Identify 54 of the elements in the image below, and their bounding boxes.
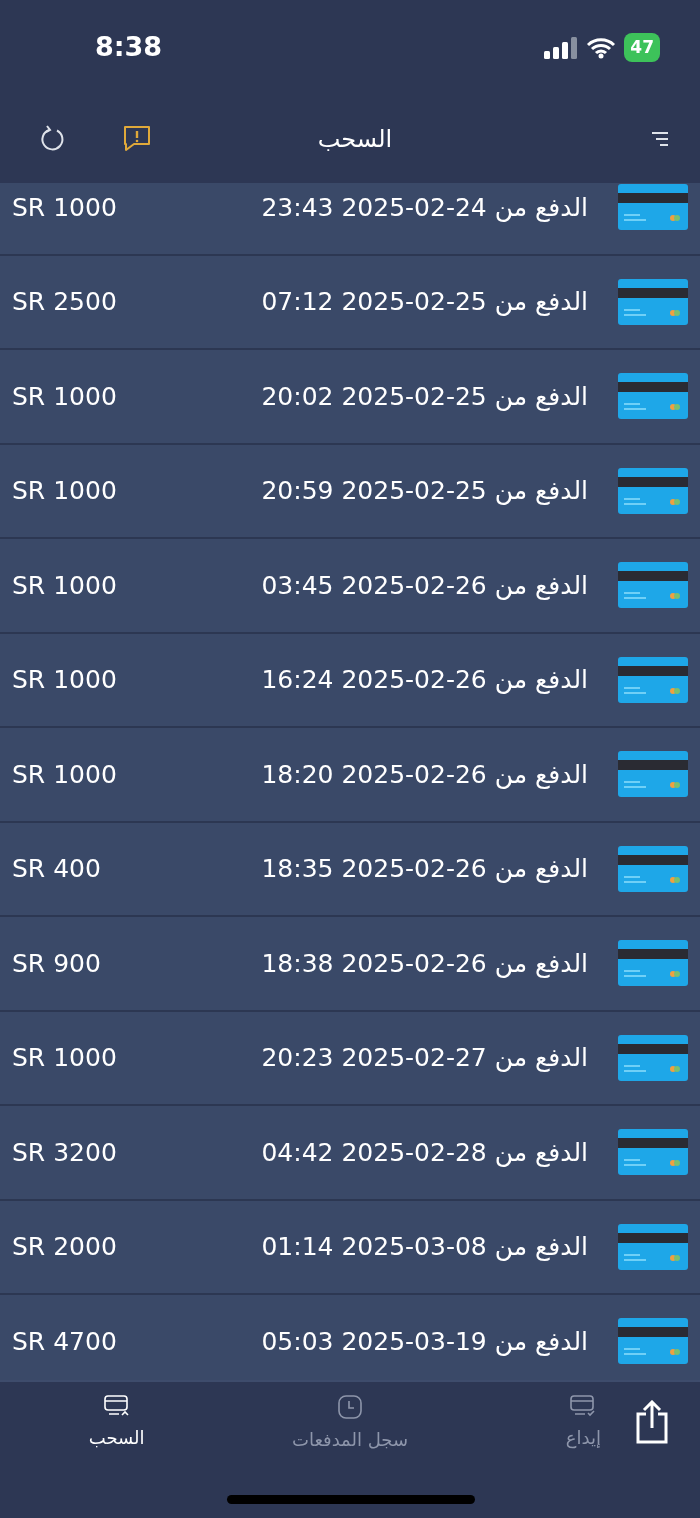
transaction-amount: SR 1000 <box>12 569 117 602</box>
card-check-icon <box>569 1394 598 1418</box>
battery-level: 47 <box>624 32 660 63</box>
clock-icon <box>337 1394 363 1420</box>
transaction-label: الدفع من 26-02-2025 03:45 <box>261 569 588 602</box>
credit-card-icon <box>618 1034 688 1081</box>
credit-card-icon <box>618 751 688 798</box>
menu-icon[interactable] <box>650 129 670 149</box>
signal-icon <box>544 36 579 59</box>
transaction-amount: SR 2500 <box>12 286 117 318</box>
transaction-amount: SR 1000 <box>12 380 117 413</box>
status-time: 8:38 <box>95 30 163 65</box>
credit-card-icon <box>618 1223 688 1270</box>
transaction-label: الدفع من 26-02-2025 18:38 <box>261 947 588 980</box>
credit-card-icon <box>618 562 688 609</box>
share-button[interactable] <box>634 1400 670 1444</box>
transaction-label: الدفع من 25-02-2025 07:12 <box>261 286 588 318</box>
credit-card-icon <box>618 184 688 231</box>
transaction-amount: SR 900 <box>12 947 101 980</box>
transaction-label: الدفع من 27-02-2025 20:23 <box>261 1042 588 1074</box>
transaction-amount: SR 1000 <box>12 191 117 224</box>
wifi-icon <box>586 36 617 59</box>
credit-card-icon <box>618 467 688 514</box>
credit-card-icon <box>618 1129 688 1176</box>
transaction-amount: SR 4700 <box>12 1325 117 1358</box>
transaction-label: الدفع من 28-02-2025 04:42 <box>261 1136 588 1169</box>
transaction-amount: SR 3200 <box>12 1136 117 1169</box>
credit-card-icon <box>618 278 688 325</box>
credit-card-icon <box>618 656 688 703</box>
transaction-label: الدفع من 26-02-2025 16:24 <box>261 664 588 696</box>
transaction-amount: SR 1000 <box>12 475 117 507</box>
refresh-icon[interactable] <box>40 125 66 153</box>
credit-card-icon <box>618 1318 688 1365</box>
tab-button[interactable]: إيداع <box>466 1394 700 1453</box>
transaction-amount: SR 1000 <box>12 664 117 696</box>
transaction-amount: SR 1000 <box>12 1042 117 1074</box>
page-title: السحب <box>317 124 393 155</box>
report-icon[interactable] <box>122 125 152 153</box>
transaction-amount: SR 400 <box>12 853 101 885</box>
transaction-label: الدفع من 19-03-2025 05:03 <box>261 1325 588 1358</box>
tab-button[interactable]: سجل المدفعات <box>233 1394 467 1453</box>
transaction-label: الدفع من 08-03-2025 01:14 <box>261 1231 588 1263</box>
transaction-amount: SR 2000 <box>12 1231 117 1263</box>
credit-card-icon <box>618 845 688 892</box>
tab-button[interactable]: السحب <box>0 1394 234 1453</box>
credit-card-icon <box>618 940 688 987</box>
card-up-icon <box>102 1394 131 1418</box>
transaction-label: الدفع من 26-02-2025 18:35 <box>261 853 588 885</box>
transaction-label: الدفع من 24-02-2025 23:43 <box>261 191 588 224</box>
transaction-label: الدفع من 25-02-2025 20:02 <box>261 380 588 413</box>
transaction-label: الدفع من 25-02-2025 20:59 <box>261 475 588 507</box>
transaction-amount: SR 1000 <box>12 758 117 791</box>
credit-card-icon <box>618 373 688 420</box>
transaction-label: الدفع من 26-02-2025 18:20 <box>261 758 588 791</box>
